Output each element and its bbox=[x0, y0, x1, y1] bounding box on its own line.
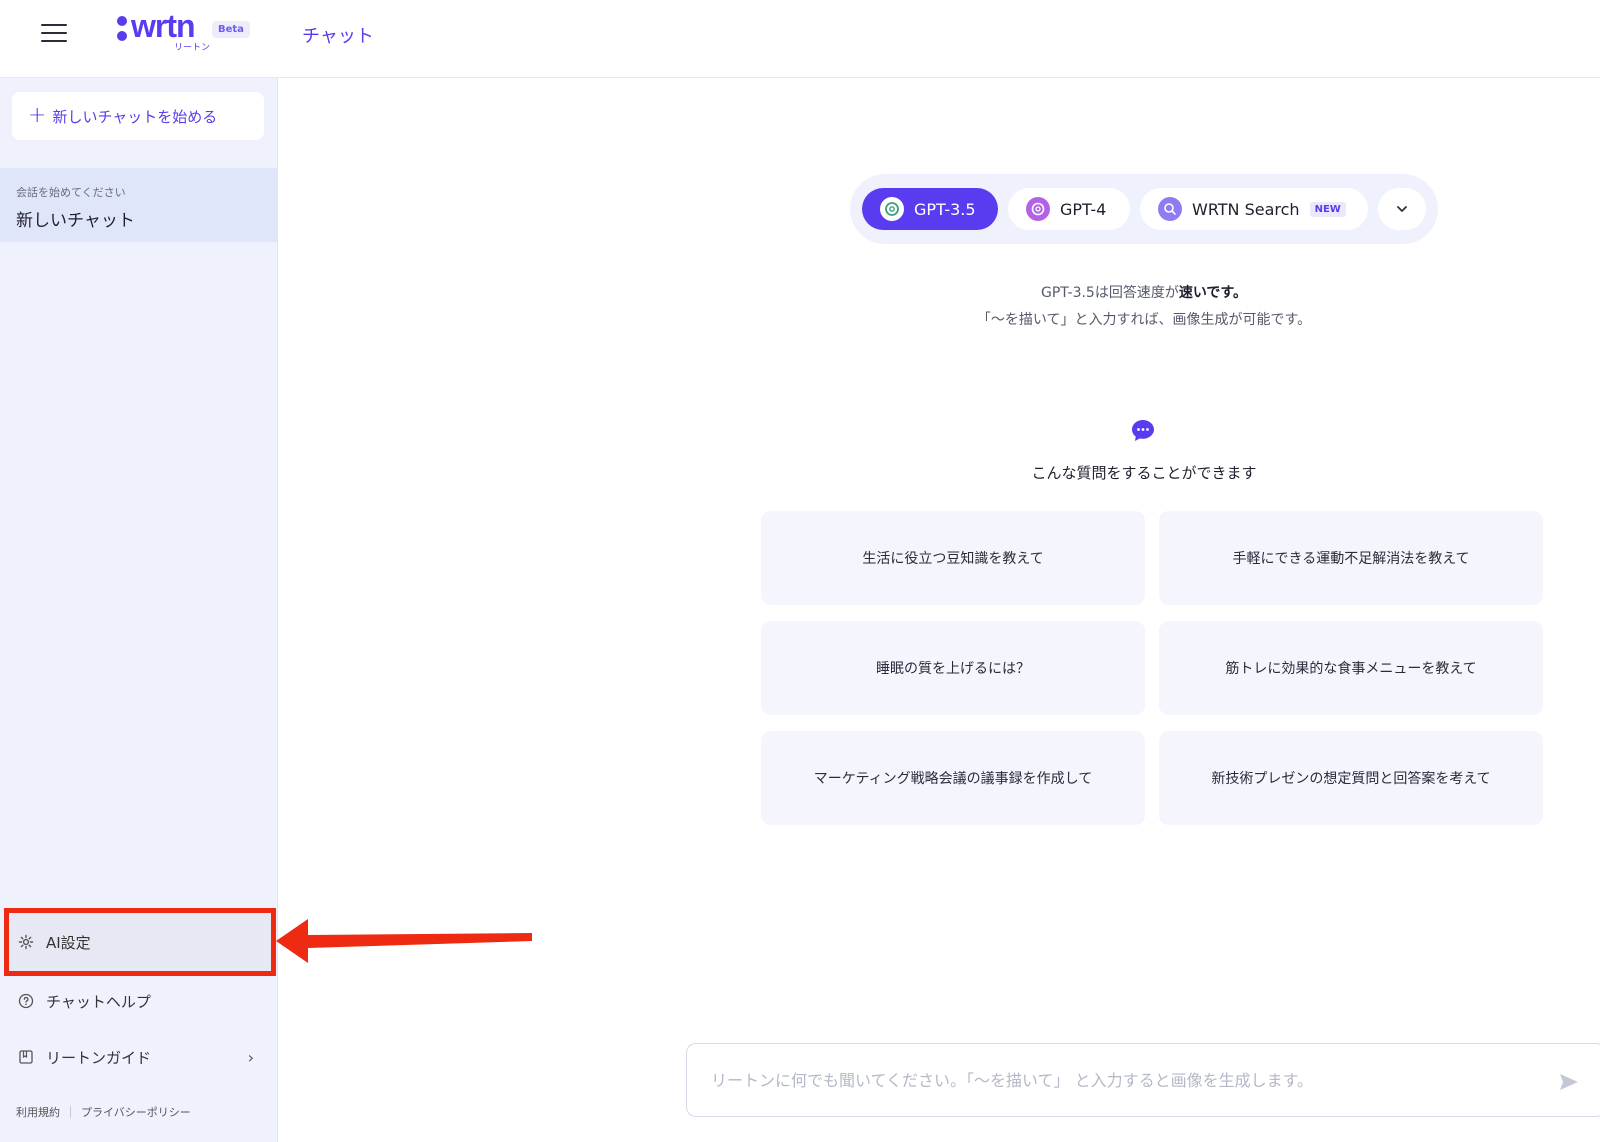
logo-subtitle: リートン bbox=[174, 43, 211, 53]
suggestion-card[interactable]: 筋トレに効果的な食事メニューを教えて bbox=[1159, 621, 1543, 715]
suggestion-card[interactable]: 手軽にできる運動不足解消法を教えて bbox=[1159, 511, 1543, 605]
chat-list-item[interactable]: 会話を始めてください 新しいチャット bbox=[0, 168, 278, 242]
logo-dots bbox=[117, 16, 127, 42]
help-circle-icon bbox=[18, 993, 34, 1009]
sidebar-item-guide[interactable]: リートンガイド › bbox=[0, 1034, 278, 1080]
plus-icon: + bbox=[28, 103, 47, 128]
chevron-right-icon: › bbox=[247, 1047, 254, 1067]
description-emphasis: 速いです。 bbox=[1178, 285, 1248, 301]
new-chat-button[interactable]: + 新しいチャットを始める bbox=[12, 92, 264, 140]
description-line2: 「〜を描いて」と入力すれば、画像生成が可能です。 bbox=[976, 312, 1312, 328]
model-description: GPT-3.5は回答速度が速いです。 「〜を描いて」と入力すれば、画像生成が可能… bbox=[850, 280, 1438, 334]
page-title: チャット bbox=[302, 26, 374, 47]
model-label: GPT-3.5 bbox=[914, 199, 976, 219]
book-icon bbox=[18, 1049, 34, 1065]
model-tab-gpt4[interactable]: GPT-4 bbox=[1008, 188, 1130, 230]
guide-label: リートンガイド bbox=[46, 1048, 152, 1067]
highlight-box bbox=[4, 908, 276, 976]
openai-icon bbox=[1026, 197, 1050, 221]
model-label: GPT-4 bbox=[1060, 199, 1107, 219]
model-dropdown-button[interactable] bbox=[1378, 188, 1426, 230]
openai-icon bbox=[880, 197, 904, 221]
chat-help-label: チャットヘルプ bbox=[46, 992, 151, 1011]
chat-item-title: 新しいチャット bbox=[16, 211, 135, 231]
sidebar-footer: 利用規約 プライバシーポリシー bbox=[16, 1104, 191, 1120]
suggestion-card[interactable]: 新技術プレゼンの想定質問と回答案を考えて bbox=[1159, 731, 1543, 825]
chat-bubble-icon bbox=[1132, 420, 1154, 441]
suggestion-card[interactable]: 睡眠の質を上げるには？ bbox=[761, 621, 1145, 715]
terms-link[interactable]: 利用規約 bbox=[16, 1104, 60, 1120]
suggestion-card[interactable]: マーケティング戦略会議の議事録を作成して bbox=[761, 731, 1145, 825]
composer bbox=[686, 1043, 1600, 1117]
menu-icon[interactable] bbox=[41, 24, 67, 44]
annotation-arrow bbox=[276, 919, 532, 963]
search-icon bbox=[1158, 197, 1182, 221]
sidebar-item-chat-help[interactable]: チャットヘルプ bbox=[0, 978, 278, 1024]
new-chat-label: 新しいチャットを始める bbox=[52, 107, 218, 126]
privacy-link[interactable]: プライバシーポリシー bbox=[81, 1104, 191, 1120]
chat-item-subtitle: 会話を始めてください bbox=[16, 186, 126, 199]
divider bbox=[70, 1106, 71, 1118]
suggestions-title: こんな質問をすることができます bbox=[1031, 464, 1257, 482]
model-tab-wrtn-search[interactable]: WRTN Search NEW bbox=[1140, 188, 1368, 230]
message-input[interactable] bbox=[711, 1064, 1531, 1096]
suggestion-card[interactable]: 生活に役立つ豆知識を教えて bbox=[761, 511, 1145, 605]
new-badge: NEW bbox=[1309, 201, 1346, 217]
model-tab-gpt35[interactable]: GPT-3.5 bbox=[862, 188, 998, 230]
model-selector: GPT-3.5 GPT-4 WRTN Search NEW bbox=[850, 174, 1438, 244]
send-icon[interactable] bbox=[1557, 1070, 1581, 1094]
chevron-down-icon bbox=[1397, 206, 1407, 212]
top-header: wrtn リートン Beta チャット bbox=[0, 0, 1600, 78]
model-label: WRTN Search bbox=[1192, 199, 1300, 219]
description-line1: GPT-3.5は回答速度が bbox=[1040, 285, 1179, 301]
beta-badge: Beta bbox=[212, 21, 250, 38]
